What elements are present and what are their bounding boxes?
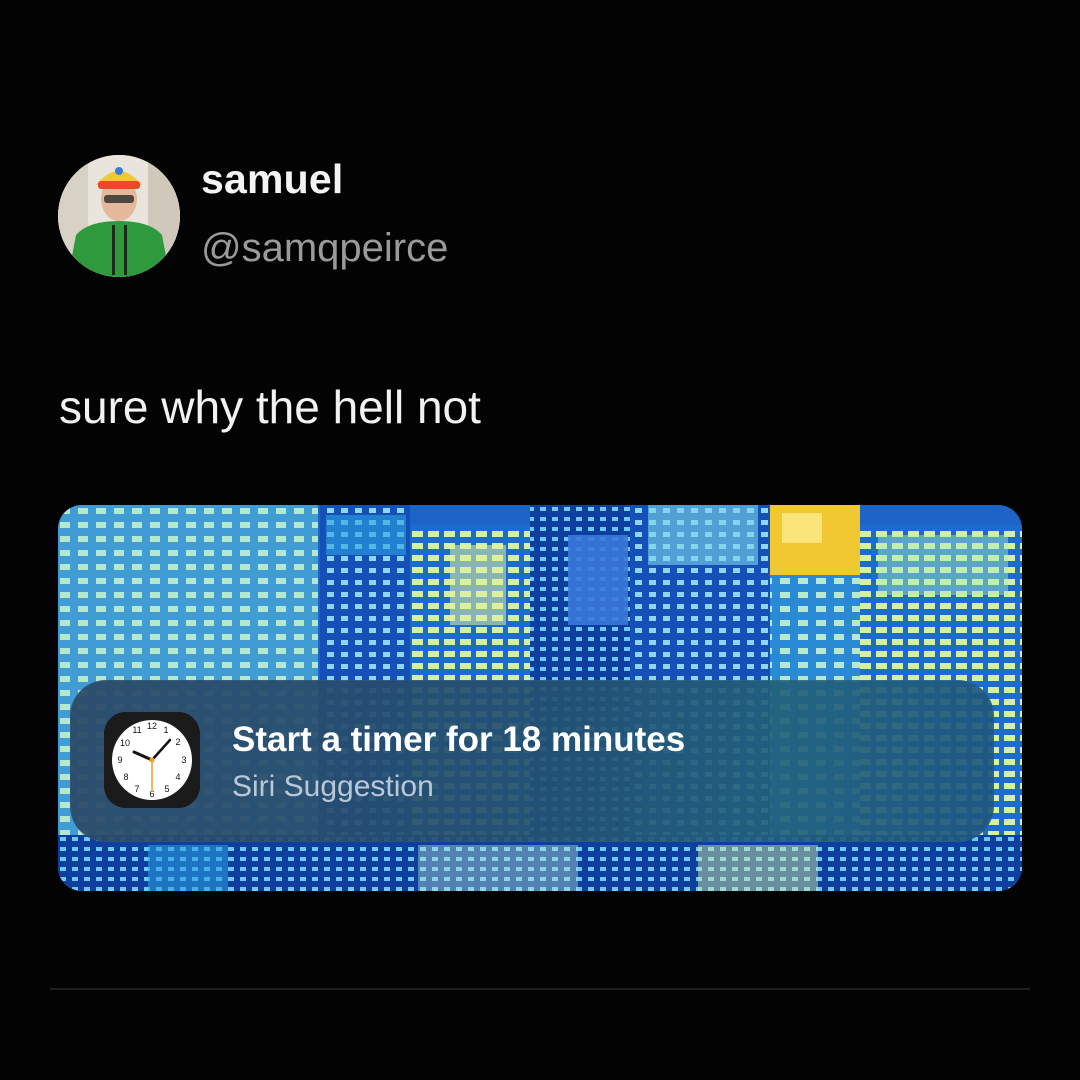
avatar[interactable]	[58, 155, 180, 277]
profile-photo-icon	[58, 155, 180, 277]
clock-icon: 12 1 2 3 4 5 6 7 8 9 10 11	[104, 712, 200, 808]
author-display-name[interactable]: samuel	[201, 156, 344, 203]
clock-number: 9	[117, 755, 122, 765]
divider	[50, 988, 1030, 990]
clock-number: 2	[175, 737, 180, 747]
author-handle[interactable]: @samqpeirce	[201, 226, 448, 271]
clock-number: 8	[123, 772, 128, 782]
siri-suggestion-subtitle: Siri Suggestion	[232, 770, 434, 803]
clock-number: 10	[120, 738, 130, 748]
tweet-media-image[interactable]: 12 1 2 3 4 5 6 7 8 9 10 11 Start a timer…	[58, 505, 1022, 891]
siri-suggestion-title: Start a timer for 18 minutes	[232, 720, 686, 759]
clock-number: 4	[175, 772, 180, 782]
siri-suggestion-banner[interactable]: 12 1 2 3 4 5 6 7 8 9 10 11 Start a timer…	[70, 680, 994, 842]
tweet-text: sure why the hell not	[59, 381, 481, 433]
clock-number: 7	[134, 784, 139, 794]
clock-number: 12	[147, 721, 157, 731]
clock-number: 3	[181, 755, 186, 765]
clock-number: 1	[163, 725, 168, 735]
clock-number: 11	[132, 725, 141, 735]
clock-number: 5	[164, 784, 169, 794]
